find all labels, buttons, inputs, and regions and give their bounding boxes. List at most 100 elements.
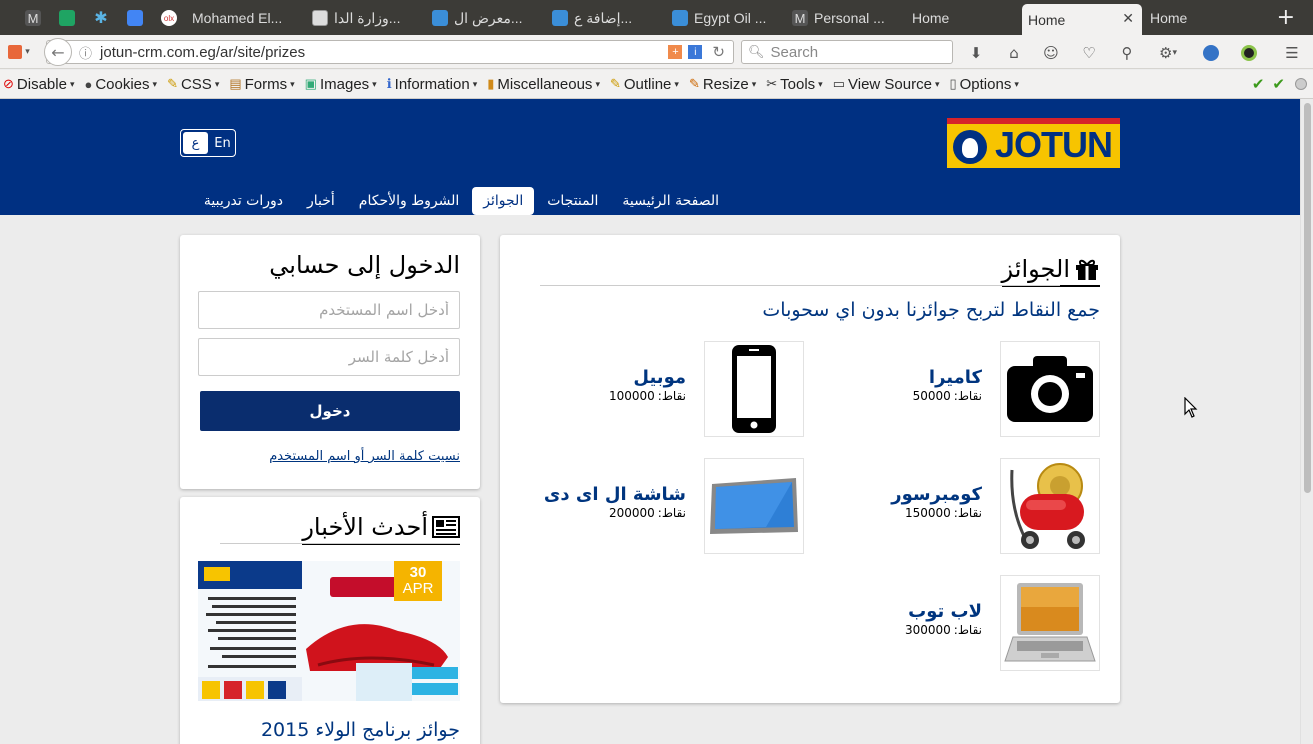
forgot-password-link[interactable]: نسيت كلمة السر أو اسم المستخدم	[269, 449, 460, 464]
scrollbar-thumb[interactable]	[1304, 103, 1311, 493]
camera-icon	[1007, 356, 1093, 422]
news-headline-link[interactable]: جوائز برنامج الولاء 2015	[261, 719, 460, 741]
prize-name[interactable]: لاب توب	[908, 601, 982, 622]
smiley-icon[interactable]: ☺	[1041, 43, 1061, 63]
hamburger-menu-icon[interactable]: ☰	[1282, 43, 1302, 63]
identity-menu-button[interactable]: ▾	[2, 40, 36, 64]
prize-image[interactable]	[1000, 575, 1100, 671]
prize-item[interactable]: لاب توب نقاط: 300000	[800, 575, 1100, 673]
tab-pinned-olx[interactable]: olx	[152, 4, 186, 32]
prize-name[interactable]: كومبرسور	[891, 484, 982, 505]
dev-css[interactable]: ✎ CSS ▾	[167, 76, 219, 93]
dev-forms[interactable]: ▤ Forms ▾	[229, 76, 294, 93]
news-image[interactable]: 30 APR	[198, 561, 460, 701]
jotun-logo[interactable]: JOTUN	[947, 118, 1120, 168]
language-switcher[interactable]: ع En	[180, 129, 236, 157]
color-wheel-icon[interactable]	[1239, 43, 1259, 63]
tab-pinned-gmail[interactable]: M	[16, 4, 50, 32]
newspaper-icon	[432, 516, 460, 538]
cookies-icon: ●	[84, 76, 93, 92]
check-icon[interactable]: ✔	[1252, 75, 1265, 93]
dev-miscellaneous[interactable]: ▮ Miscellaneous ▾	[487, 76, 600, 93]
nav-training[interactable]: دورات تدريبية	[193, 187, 294, 215]
prize-image[interactable]	[1000, 458, 1100, 554]
tab-egypt-oil[interactable]: Egypt Oil ...	[666, 4, 784, 32]
tab-pinned-docs[interactable]	[118, 4, 152, 32]
dev-view-source[interactable]: ▭ View Source ▾	[833, 76, 940, 93]
url-text[interactable]: jotun-crm.com.eg/ar/site/prizes	[100, 44, 305, 61]
news-divider	[220, 543, 460, 544]
new-tab-plus-icon[interactable]: +	[1277, 5, 1295, 30]
prize-name[interactable]: شاشة ال اى دى	[544, 484, 686, 505]
dev-information[interactable]: ℹ Information ▾	[387, 76, 478, 93]
search-input[interactable]: 🔍︎ Search	[741, 40, 953, 64]
main-navigation: الصفحة الرئيسية المنتجات الجوائز الشروط …	[191, 187, 730, 215]
tab-personal[interactable]: M Personal ...	[786, 4, 904, 32]
dev-outline[interactable]: ✎ Outline ▾	[610, 76, 679, 93]
tab-pinned-snowflake[interactable]: ✱	[84, 4, 118, 32]
username-input[interactable]	[198, 291, 460, 329]
tab-home-1[interactable]: Home	[906, 4, 1018, 32]
info-addon-icon[interactable]: i	[688, 45, 703, 59]
nav-products[interactable]: المنتجات	[536, 187, 609, 215]
dev-images[interactable]: ▣ Images ▾	[305, 76, 377, 93]
status-dot-icon[interactable]	[1295, 78, 1307, 90]
prize-item[interactable]: كاميرا نقاط: 50000	[800, 341, 1100, 439]
led-screen-icon	[710, 478, 798, 534]
blue-square-icon	[552, 10, 568, 26]
prize-image[interactable]	[704, 458, 804, 554]
tab-exhibition[interactable]: معرض ال...	[426, 4, 544, 32]
download-icon[interactable]: ⬇	[966, 43, 986, 63]
nav-prizes[interactable]: الجوائز	[472, 187, 535, 215]
back-button[interactable]: ←	[44, 38, 72, 66]
mouse-cursor-icon	[1184, 397, 1198, 418]
tab-home-active[interactable]: Home ✕	[1022, 4, 1142, 35]
home-icon[interactable]: ⌂	[1004, 43, 1024, 63]
plus-addon-icon[interactable]: +	[668, 45, 683, 59]
globe-icon[interactable]	[1201, 43, 1221, 63]
password-input[interactable]	[198, 338, 460, 376]
dev-tools[interactable]: ✂ Tools ▾	[766, 76, 822, 93]
back-arrow-icon: ←	[51, 42, 65, 62]
check-icon-2[interactable]: ✔	[1272, 75, 1285, 93]
tab-pinned-sheets[interactable]	[50, 4, 84, 32]
nav-terms[interactable]: الشروط والأحكام	[348, 187, 470, 215]
prize-item[interactable]: كومبرسور نقاط: 150000	[800, 458, 1100, 556]
pocket-icon[interactable]: ♡	[1079, 43, 1099, 63]
close-tab-icon[interactable]: ✕	[1122, 10, 1134, 27]
dev-resize[interactable]: ✎ Resize ▾	[689, 76, 756, 93]
url-bar[interactable]: ⓘ jotun-crm.com.eg/ar/site/prizes + i ↻	[46, 40, 734, 64]
prize-image[interactable]	[1000, 341, 1100, 437]
document-icon	[312, 10, 328, 26]
tab-ministry[interactable]: وزارة الدا...	[306, 4, 424, 32]
blue-square-icon	[672, 10, 688, 26]
pin-icon[interactable]: ⚲	[1117, 43, 1137, 63]
page-scrollbar[interactable]	[1300, 99, 1313, 744]
dev-options[interactable]: ▯ Options ▾	[949, 76, 1018, 93]
tab-add[interactable]: إضافة ع...	[546, 4, 664, 32]
css-pencil-icon: ✎	[167, 76, 178, 91]
browser-tab-bar: M ✱ olx Mohamed El... وزارة الدا... معرض…	[0, 0, 1313, 35]
search-icon: 🔍︎	[748, 44, 765, 59]
view-source-icon: ▭	[832, 76, 845, 91]
gear-menu-icon[interactable]: ⚙ ▾	[1152, 43, 1184, 63]
lang-english[interactable]: En	[210, 130, 235, 156]
prize-item[interactable]: شاشة ال اى دى نقاط: 200000	[504, 458, 804, 556]
dev-cookies[interactable]: ● Cookies ▾	[84, 76, 157, 93]
prize-name[interactable]: موبيل	[633, 367, 686, 388]
dev-disable[interactable]: ⊘ Disable ▾	[3, 76, 74, 93]
lang-arabic[interactable]: ع	[183, 132, 208, 154]
info-icon: ⓘ	[79, 45, 93, 61]
prize-image[interactable]	[704, 341, 804, 437]
nav-home[interactable]: الصفحة الرئيسية	[611, 187, 730, 215]
prize-item[interactable]: موبيل نقاط: 100000	[504, 341, 804, 439]
tab-home-3[interactable]: Home	[1144, 4, 1254, 32]
tools-icon: ✂	[766, 76, 778, 91]
prizes-title: الجوائز	[1001, 253, 1100, 287]
tab-mohamed[interactable]: Mohamed El...	[186, 4, 304, 32]
nav-news[interactable]: أخبار	[296, 187, 346, 215]
gift-icon	[1076, 259, 1098, 280]
prize-name[interactable]: كاميرا	[929, 367, 982, 388]
login-button[interactable]: دخول	[200, 391, 460, 431]
reload-icon[interactable]: ↻	[712, 43, 725, 61]
